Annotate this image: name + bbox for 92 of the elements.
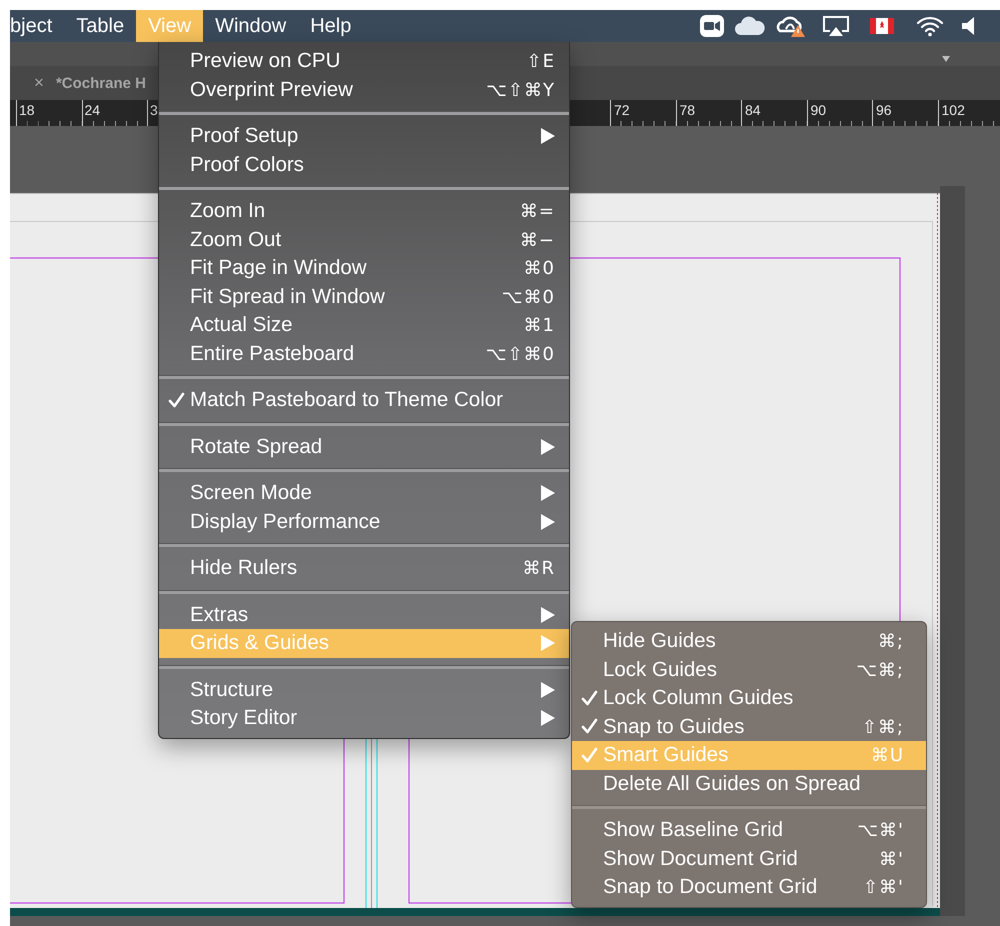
menu-item-label: Proof Setup (190, 124, 300, 148)
close-tab-button[interactable]: × (34, 73, 44, 93)
shortcut-text: ⌘; (878, 631, 904, 652)
screen-mirroring-icon[interactable] (822, 15, 850, 37)
ruler-number: 90 (810, 102, 826, 118)
menu-item-label: Zoom In (190, 199, 266, 224)
ruler-number: 78 (680, 102, 696, 118)
shortcut-text: ⌥⌘0 (502, 286, 555, 308)
shortcut-text: ⌥⌘; (856, 660, 904, 681)
menu-item-label: Zoom Out (190, 228, 282, 252)
shortcut-text: ⌘0 (524, 258, 555, 280)
ruler-number: 102 (942, 102, 965, 118)
menu-item-label: Smart Guides (603, 743, 730, 768)
menu-item[interactable]: Display Performance (159, 508, 569, 536)
menu-item-label: Preview on CPU (190, 49, 342, 74)
menu-item-label: Display Performance (190, 510, 382, 534)
menu-item-label: Structure (190, 678, 274, 702)
cloud-icon[interactable] (734, 16, 766, 36)
menu-item-label: Snap to Guides (603, 714, 746, 739)
menu-item-label: Snap to Document Grid (603, 875, 818, 900)
menu-item[interactable]: Hide Rulers ⌘R (159, 554, 569, 582)
shortcut-text: ⇧⌘' (862, 877, 904, 898)
menu-item-label: Match Pasteboard to Theme Color (190, 388, 504, 412)
menu-item[interactable]: Proof Setup (159, 122, 569, 150)
menu-item[interactable]: Lock Column Guides (572, 684, 926, 712)
menu-item[interactable]: Window (203, 10, 298, 42)
menu-item-label: Entire Pasteboard (190, 342, 356, 366)
menu-item[interactable]: Show Document Grid ⌘' (572, 844, 926, 873)
shortcut-text: ⌘= (520, 201, 555, 222)
menu-item-label: Lock Column Guides (603, 686, 794, 710)
ruler-number: 72 (614, 102, 630, 118)
shortcut-text: ⌥⇧⌘0 (486, 344, 555, 365)
shortcut-text: ⌘U (870, 745, 904, 766)
menu-item[interactable]: bject (10, 10, 64, 42)
shortcut-text: ⇧E (526, 51, 555, 72)
menu-item-label: Fit Spread in Window (190, 284, 386, 309)
menu-item[interactable]: Match Pasteboard to Theme Color (159, 386, 569, 414)
menu-item-label: Grids & Guides (190, 631, 330, 656)
menu-item-label: Show Baseline Grid (603, 818, 784, 842)
menu-item[interactable]: Rotate Spread (159, 432, 569, 461)
menu-item-label: Proof Colors (190, 152, 305, 177)
menu-item[interactable]: Fit Spread in Window ⌥⌘0 (159, 282, 569, 311)
menu-item[interactable]: Proof Colors (159, 150, 569, 179)
wifi-icon[interactable] (916, 15, 944, 37)
menu-item[interactable]: Hide Guides ⌘; (572, 627, 926, 656)
menu-item-label: Extras (190, 602, 250, 627)
menu-item[interactable]: Table (64, 10, 136, 42)
shortcut-text: ⌘R (522, 558, 555, 580)
menu-item[interactable]: Snap to Document Grid ⇧⌘' (572, 873, 926, 902)
menu-item[interactable]: Entire Pasteboard ⌥⇧⌘0 (159, 340, 569, 368)
menu-item-label: Delete All Guides on Spread (603, 772, 862, 796)
shortcut-text: ⇧⌘; (862, 716, 904, 738)
menu-item[interactable]: Zoom In ⌘= (159, 197, 569, 226)
menu-item-label: Screen Mode (190, 481, 313, 506)
flag-icon[interactable] (870, 18, 894, 34)
ruler-number: 18 (19, 102, 35, 118)
menu-item-label: Rotate Spread (190, 434, 324, 459)
shortcut-text: ⌘' (879, 848, 904, 870)
menu-item[interactable]: Structure (159, 676, 569, 704)
menu-item[interactable]: Lock Guides ⌥⌘; (572, 656, 926, 684)
menu-item-label: Show Document Grid (603, 846, 799, 871)
document-tab[interactable]: *Cochrane H (56, 74, 146, 92)
menu-item[interactable]: Actual Size ⌘1 (159, 311, 569, 340)
menu-item[interactable]: Snap to Guides ⇧⌘; (572, 712, 926, 741)
menu-item[interactable]: Delete All Guides on Spread (572, 770, 926, 798)
menu-item-label: Overprint Preview (190, 78, 354, 102)
menu-item[interactable]: Zoom Out ⌘− (159, 226, 569, 254)
menu-item[interactable]: Fit Page in Window ⌘0 (159, 254, 569, 282)
menu-item[interactable]: Preview on CPU ⇧E (159, 47, 569, 76)
cloud-warning-icon[interactable] (776, 15, 806, 37)
menu-item[interactable]: Overprint Preview ⌥⇧⌘Y (159, 76, 569, 104)
menu-item-label: Lock Guides (603, 658, 718, 682)
ruler-number: 96 (876, 102, 892, 118)
menu-item[interactable]: Screen Mode (159, 479, 569, 508)
ruler-number: 24 (84, 102, 100, 118)
menu-item-label: Hide Rulers (190, 556, 298, 580)
shortcut-text: ⌥⌘' (857, 820, 904, 842)
shortcut-text: ⌥⇧⌘Y (486, 80, 555, 101)
shortcut-text: ⌘− (520, 230, 555, 251)
ruler-number: 3 (150, 102, 158, 118)
shortcut-text: ⌘1 (524, 315, 555, 336)
menu-item[interactable]: Show Baseline Grid ⌥⌘' (572, 816, 926, 844)
menu-item[interactable]: Story Editor (159, 704, 569, 732)
menu-item-label: Fit Page in Window (190, 256, 368, 280)
menu-item-label: Hide Guides (603, 629, 717, 654)
caret-icon[interactable] (942, 56, 950, 62)
menu-item-label: Story Editor (190, 706, 298, 730)
video-camera-icon[interactable] (700, 15, 724, 37)
menu-item[interactable]: Help (298, 10, 364, 42)
ruler-number: 84 (745, 102, 761, 118)
menu-item-label: Actual Size (190, 313, 294, 338)
menu-item[interactable]: Extras (159, 600, 569, 629)
